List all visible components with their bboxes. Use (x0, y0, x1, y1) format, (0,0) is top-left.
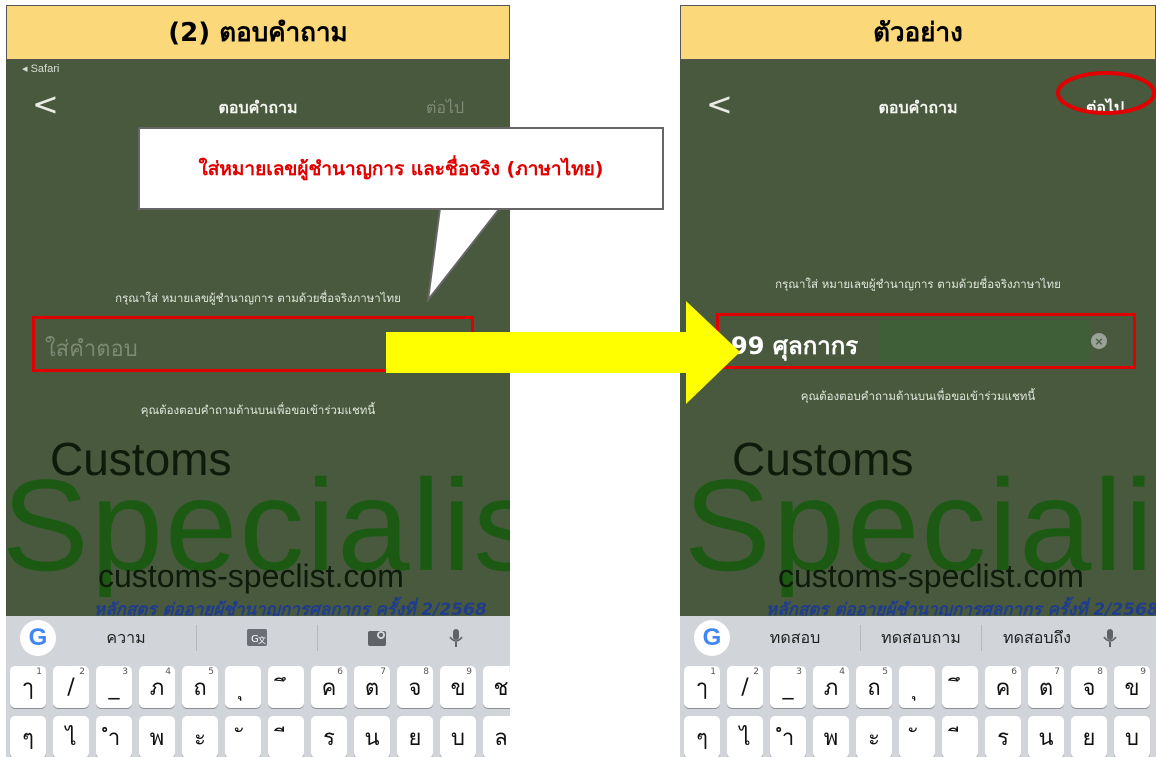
instruction-callout: ใส่หมายเลขผู้ชำนาญการ และชื่อจริง (ภาษาไ… (138, 127, 664, 210)
join-note: คุณต้องตอบคำถามด้านบนเพื่อขอเข้าร่วมแชทน… (800, 389, 1036, 403)
key[interactable]: ั (899, 716, 935, 757)
key[interactable]: ถ5 (182, 666, 218, 708)
key[interactable]: ะ (856, 716, 892, 757)
keyboard-row-1: ๅ1 /2 _3 ภ4 ถ5 ุ ึ ค6 ต7 จ8 ข9 (684, 666, 1156, 708)
key[interactable]: ไ (53, 716, 89, 757)
key[interactable]: พ (139, 716, 175, 757)
key[interactable]: บ (440, 716, 476, 757)
suggestion-bar: G ทดสอบ ทดสอบถาม ทดสอบถึง (680, 616, 1156, 660)
key[interactable]: จ8 (397, 666, 433, 708)
next-button-disabled[interactable]: ต่อไป (426, 96, 464, 121)
key[interactable]: ล (483, 716, 510, 757)
key[interactable]: ค6 (311, 666, 347, 708)
key[interactable]: ภ4 (813, 666, 849, 708)
suggestion-item[interactable]: ทดสอบถึง (982, 626, 1092, 651)
keyboard-row-2: ๆ ไ ำ พ ะ ั ี ร น ย บ (684, 716, 1156, 757)
watermark-url: customs-speclist.com (778, 558, 1084, 594)
key[interactable]: ำ (770, 716, 806, 757)
left-panel-header: (2) ตอบคำถาม (6, 5, 510, 60)
key[interactable]: ี (942, 716, 978, 757)
keyboard-row-1: ๅ1 /2 _3 ภ4 ถ5 ุ ึ ค6 ต7 จ8 ข9 ช0 (10, 666, 510, 708)
key[interactable]: บ (1114, 716, 1150, 757)
key[interactable]: ๆ (684, 716, 720, 757)
right-panel-header: ตัวอย่าง (680, 5, 1156, 60)
right-panel: ตัวอย่าง < ตอบคำถาม ต่อไป กรุณาใส่ หมายเ… (680, 5, 1156, 757)
watermark-specialist: Specialist (684, 452, 1156, 598)
thai-keyboard: ๅ1 /2 _3 ภ4 ถ5 ุ ึ ค6 ต7 จ8 ข9 ช0 ๆ ไ ำ … (6, 660, 510, 757)
right-phone-screen: < ตอบคำถาม ต่อไป กรุณาใส่ หมายเลขผู้ชำนา… (680, 60, 1156, 757)
suggestion-item[interactable]: ทดสอบ (730, 626, 860, 651)
key[interactable]: _ 3 (770, 666, 806, 708)
key[interactable]: ึ (268, 666, 304, 708)
key[interactable]: พ (813, 716, 849, 757)
key[interactable]: ไ (727, 716, 763, 757)
key[interactable]: ถ5 (856, 666, 892, 708)
watermark: Customs Specialist customs-speclist.com … (680, 428, 1156, 623)
next-highlight-circle (1056, 71, 1156, 115)
watermark-url: customs-speclist.com (98, 558, 404, 594)
key[interactable]: น (354, 716, 390, 757)
key[interactable]: ย (1071, 716, 1107, 757)
keyboard-row-2: ๆ ไ ำ พ ะ ั ี ร น ย บ ล (10, 716, 510, 757)
answer-input-value: 99 ศุลกากร (731, 332, 859, 360)
microphone-icon[interactable] (438, 629, 474, 647)
microphone-icon[interactable] (1092, 629, 1128, 647)
key[interactable]: ั (225, 716, 261, 757)
watermark-customs: Customs (50, 433, 232, 485)
answer-input-placeholder: ใส่คำตอบ (45, 337, 138, 362)
key[interactable]: ุ (899, 666, 935, 708)
google-icon[interactable]: G (20, 620, 56, 656)
status-bar-back-to-safari[interactable]: ◂ Safari (22, 62, 59, 75)
key[interactable]: ึ (942, 666, 978, 708)
input-fill-area (879, 320, 1089, 362)
key[interactable]: ต7 (354, 666, 390, 708)
key[interactable]: _ 3 (96, 666, 132, 708)
watermark-customs: Customs (732, 433, 914, 485)
key[interactable]: ค6 (985, 666, 1021, 708)
callout-text: ใส่หมายเลขผู้ชำนาญการ และชื่อจริง (ภาษาไ… (198, 157, 604, 180)
key[interactable]: ข9 (440, 666, 476, 708)
answer-input-filled[interactable]: 99 ศุลกากร × (716, 313, 1136, 369)
key[interactable]: /2 (727, 666, 763, 708)
suggestion-item[interactable]: ความ (56, 626, 196, 651)
key[interactable]: ๅ1 (684, 666, 720, 708)
key[interactable]: ี (268, 716, 304, 757)
key[interactable]: ุ (225, 666, 261, 708)
question-prompt: กรุณาใส่ หมายเลขผู้ชำนาญการ ตามด้วยชื่อจ… (115, 291, 401, 305)
key[interactable]: ภ4 (139, 666, 175, 708)
image-search-icon[interactable] (318, 628, 438, 648)
watermark-specialist: Specialist (6, 452, 510, 598)
suggestion-item[interactable]: ทดสอบถาม (861, 626, 981, 651)
key[interactable]: ย (397, 716, 433, 757)
join-note: คุณต้องตอบคำถามด้านบนเพื่อขอเข้าร่วมแชทน… (140, 403, 376, 417)
question-prompt: กรุณาใส่ หมายเลขผู้ชำนาญการ ตามด้วยชื่อจ… (775, 277, 1061, 291)
key[interactable]: ะ (182, 716, 218, 757)
key[interactable]: น (1028, 716, 1064, 757)
clear-icon[interactable]: × (1091, 333, 1107, 349)
key[interactable]: ๆ (10, 716, 46, 757)
translate-icon[interactable]: G文 (197, 628, 317, 648)
key[interactable]: จ8 (1071, 666, 1107, 708)
answer-input[interactable]: ใส่คำตอบ (32, 316, 474, 372)
key[interactable]: ร (311, 716, 347, 757)
watermark: Customs Specialist customs-speclist.com … (6, 428, 510, 623)
key[interactable]: ำ (96, 716, 132, 757)
svg-text:文: 文 (258, 635, 266, 645)
key[interactable]: ร (985, 716, 1021, 757)
key[interactable]: ช0 (483, 666, 510, 708)
key[interactable]: ต7 (1028, 666, 1064, 708)
suggestion-bar: G ความ G文 (6, 616, 510, 660)
key[interactable]: ๅ1 (10, 666, 46, 708)
key[interactable]: /2 (53, 666, 89, 708)
key[interactable]: ข9 (1114, 666, 1150, 708)
thai-keyboard: ๅ1 /2 _3 ภ4 ถ5 ุ ึ ค6 ต7 จ8 ข9 ๆ ไ ำ พ ะ… (680, 660, 1156, 757)
google-icon[interactable]: G (694, 620, 730, 656)
left-panel: (2) ตอบคำถาม ◂ Safari < ตอบคำถาม ต่อไป ก… (6, 5, 510, 757)
